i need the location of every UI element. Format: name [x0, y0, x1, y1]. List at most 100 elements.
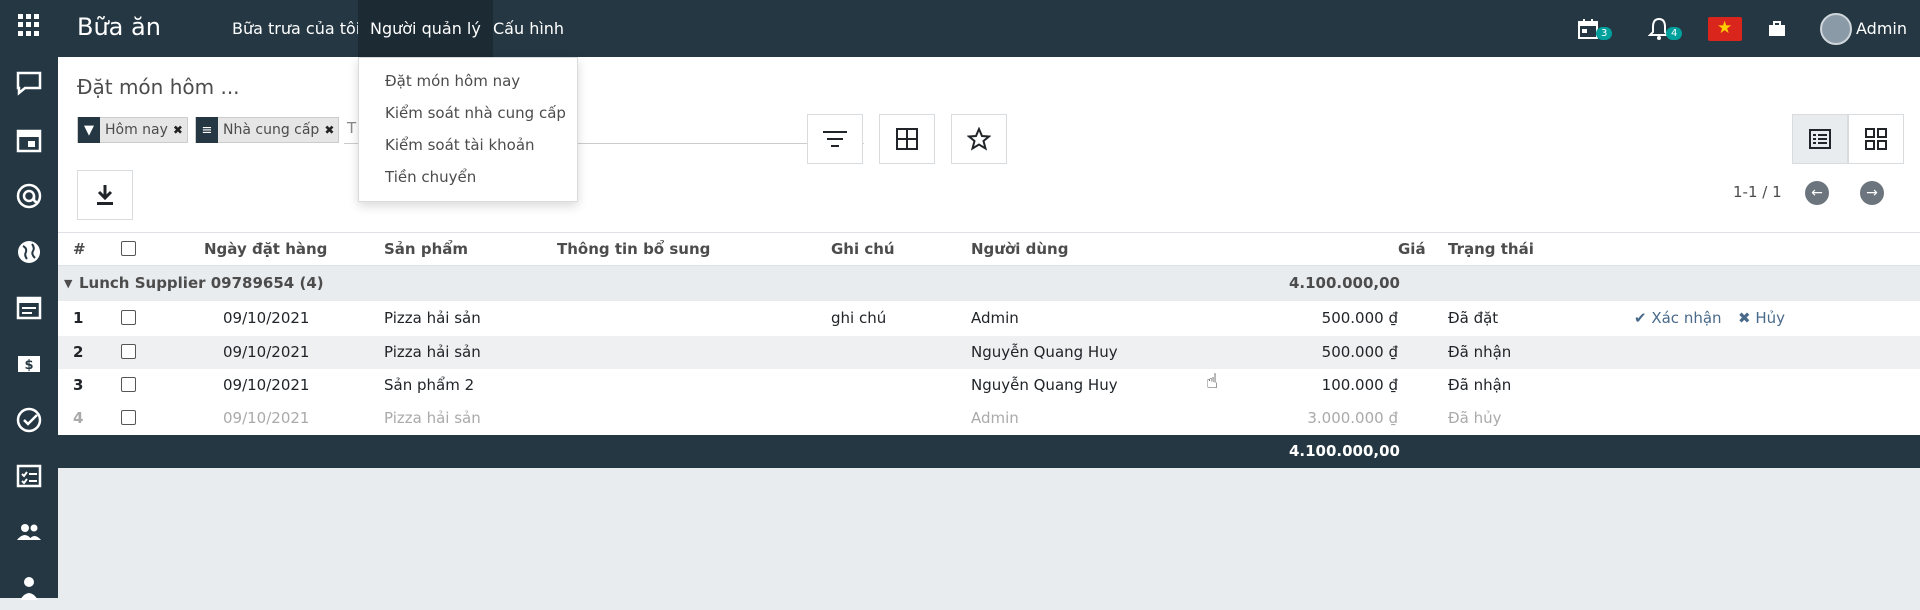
col-extra-info[interactable]: Thông tin bổ sung: [557, 233, 710, 266]
top-navbar: Bữa ăn Bữa trưa của tôi Người quản lý Cấ…: [0, 0, 1920, 57]
notifications-button[interactable]: 4: [1648, 0, 1683, 57]
arrow-right-icon: →: [1866, 185, 1878, 201]
col-state[interactable]: Trạng thái: [1448, 233, 1534, 266]
row-state: Đã đặt: [1448, 309, 1499, 327]
row-state: Đã nhận: [1448, 376, 1512, 394]
sidebar: $: [0, 57, 58, 600]
row-user: Nguyễn Quang Huy: [971, 343, 1118, 361]
group-by-icon: ≡: [196, 117, 218, 143]
list-view-button[interactable]: [1792, 114, 1848, 164]
menu-my-lunch[interactable]: Bữa trưa của tôi: [220, 0, 372, 57]
col-price[interactable]: Giá: [1398, 233, 1426, 266]
row-note: ghi chú: [831, 309, 887, 327]
apps-menu-icon[interactable]: [18, 14, 40, 36]
remove-facet-icon[interactable]: ✖: [324, 123, 338, 137]
facet-label: Nhà cung cấp: [223, 122, 320, 138]
language-button[interactable]: [1708, 0, 1742, 57]
tasks-icon[interactable]: [15, 462, 43, 490]
hand-cursor-icon: ☝: [1206, 369, 1219, 393]
row-checkbox[interactable]: [121, 377, 136, 392]
briefcase-icon: [1769, 20, 1785, 36]
row-price: 3.000.000 ₫: [1307, 409, 1398, 427]
select-all-checkbox[interactable]: [121, 241, 136, 256]
user-name: Admin: [1856, 19, 1907, 38]
app-title[interactable]: Bữa ăn: [77, 13, 161, 41]
employees-icon[interactable]: [15, 518, 43, 546]
row-number: 2: [73, 343, 84, 361]
svg-text:$: $: [24, 358, 33, 373]
menu-configuration[interactable]: Cấu hình: [481, 0, 576, 57]
group-by-button[interactable]: [879, 114, 935, 164]
invoicing-icon[interactable]: $: [15, 350, 43, 378]
table-row[interactable]: 3 09/10/2021 Sản phẩm 2 Nguyễn Quang Huy…: [58, 369, 1920, 402]
website-icon[interactable]: [15, 294, 43, 322]
row-number: 1: [73, 309, 84, 327]
kanban-view-button[interactable]: [1848, 114, 1904, 164]
pager-previous-button[interactable]: ←: [1805, 181, 1829, 205]
menu-item-control-suppliers[interactable]: Kiểm soát nhà cung cấp: [385, 104, 566, 122]
check-icon: ✔: [1634, 309, 1652, 327]
cancel-order-button[interactable]: ✖ Hủy: [1738, 301, 1785, 336]
company-button[interactable]: [1768, 0, 1786, 57]
arrow-left-icon: ←: [1811, 185, 1823, 201]
manager-dropdown-menu: Đặt món hôm nay Kiểm soát nhà cung cấp K…: [358, 57, 578, 202]
kanban-icon: [1865, 128, 1887, 150]
search-facet-supplier[interactable]: ≡ Nhà cung cấp ✖: [195, 117, 340, 143]
row-checkbox[interactable]: [121, 344, 136, 359]
row-product: Pizza hải sản: [384, 309, 481, 327]
table-row[interactable]: 1 09/10/2021 Pizza hải sản ghi chú Admin…: [58, 301, 1920, 336]
row-number: 3: [73, 376, 84, 394]
row-price: 100.000 ₫: [1321, 376, 1398, 394]
control-panel: Đặt món hôm ... ▼ Hôm nay ✖ ≡ Nhà cung c…: [58, 57, 1920, 233]
filter-button[interactable]: [807, 114, 863, 164]
footer-total: 4.100.000,00: [1288, 442, 1400, 460]
row-price: 500.000 ₫: [1321, 309, 1398, 327]
row-checkbox[interactable]: [121, 410, 136, 425]
favorites-button[interactable]: [951, 114, 1007, 164]
search-input[interactable]: T: [347, 119, 356, 137]
list-icon: [1809, 129, 1831, 149]
table-row[interactable]: 4 09/10/2021 Pizza hải sản Admin 3.000.0…: [58, 402, 1920, 435]
remove-facet-icon[interactable]: ✖: [173, 123, 187, 137]
grid-icon: [896, 128, 918, 150]
discuss-icon[interactable]: [15, 69, 43, 97]
table-footer: 4.100.000,00: [58, 435, 1920, 468]
menu-item-control-accounts[interactable]: Kiểm soát tài khoản: [385, 136, 535, 154]
pager-value[interactable]: 1-1 / 1: [1733, 183, 1782, 201]
caret-down-icon: ▼: [64, 277, 73, 290]
activity-button[interactable]: 3: [1576, 0, 1613, 57]
table-row[interactable]: 2 09/10/2021 Pizza hải sản Nguyễn Quang …: [58, 336, 1920, 369]
col-product[interactable]: Sản phẩm: [384, 233, 468, 266]
group-row[interactable]: ▼ Lunch Supplier 09789654 (4) 4.100.000,…: [58, 266, 1920, 301]
row-product: Pizza hải sản: [384, 409, 481, 427]
row-number: 4: [73, 409, 84, 427]
search-facet-today[interactable]: ▼ Hôm nay ✖: [77, 117, 188, 143]
calendar-app-icon[interactable]: [15, 126, 43, 154]
menu-item-today-orders[interactable]: Đặt món hôm nay: [385, 72, 520, 90]
confirm-order-button[interactable]: ✔ Xác nhận: [1634, 301, 1722, 336]
col-note[interactable]: Ghi chú: [831, 233, 895, 266]
row-state: Đã hủy: [1448, 409, 1502, 427]
col-user[interactable]: Người dùng: [971, 233, 1068, 266]
globe-icon[interactable]: [15, 238, 43, 266]
row-date: 09/10/2021: [223, 409, 310, 427]
user-menu[interactable]: Admin: [1820, 0, 1907, 57]
star-icon: [967, 127, 991, 151]
menu-manager[interactable]: Người quản lý: [358, 0, 493, 57]
row-product: Pizza hải sản: [384, 343, 481, 361]
at-sign-icon[interactable]: [15, 182, 43, 210]
check-circle-icon[interactable]: [15, 406, 43, 434]
row-user: Nguyễn Quang Huy: [971, 376, 1118, 394]
pager-next-button[interactable]: →: [1860, 181, 1884, 205]
menu-item-cash-moves[interactable]: Tiền chuyển: [385, 168, 476, 186]
filter-icon: ▼: [78, 117, 100, 143]
main-content: Đặt món hôm ... ▼ Hôm nay ✖ ≡ Nhà cung c…: [58, 57, 1920, 598]
export-button[interactable]: [77, 170, 133, 220]
col-number: #: [73, 240, 86, 258]
row-user: Admin: [971, 409, 1019, 427]
col-order-date[interactable]: Ngày đặt hàng: [204, 233, 327, 266]
row-state: Đã nhận: [1448, 343, 1512, 361]
row-checkbox[interactable]: [121, 310, 136, 325]
group-total: 4.100.000,00: [1288, 274, 1400, 292]
cancel-label: Hủy: [1755, 309, 1786, 327]
